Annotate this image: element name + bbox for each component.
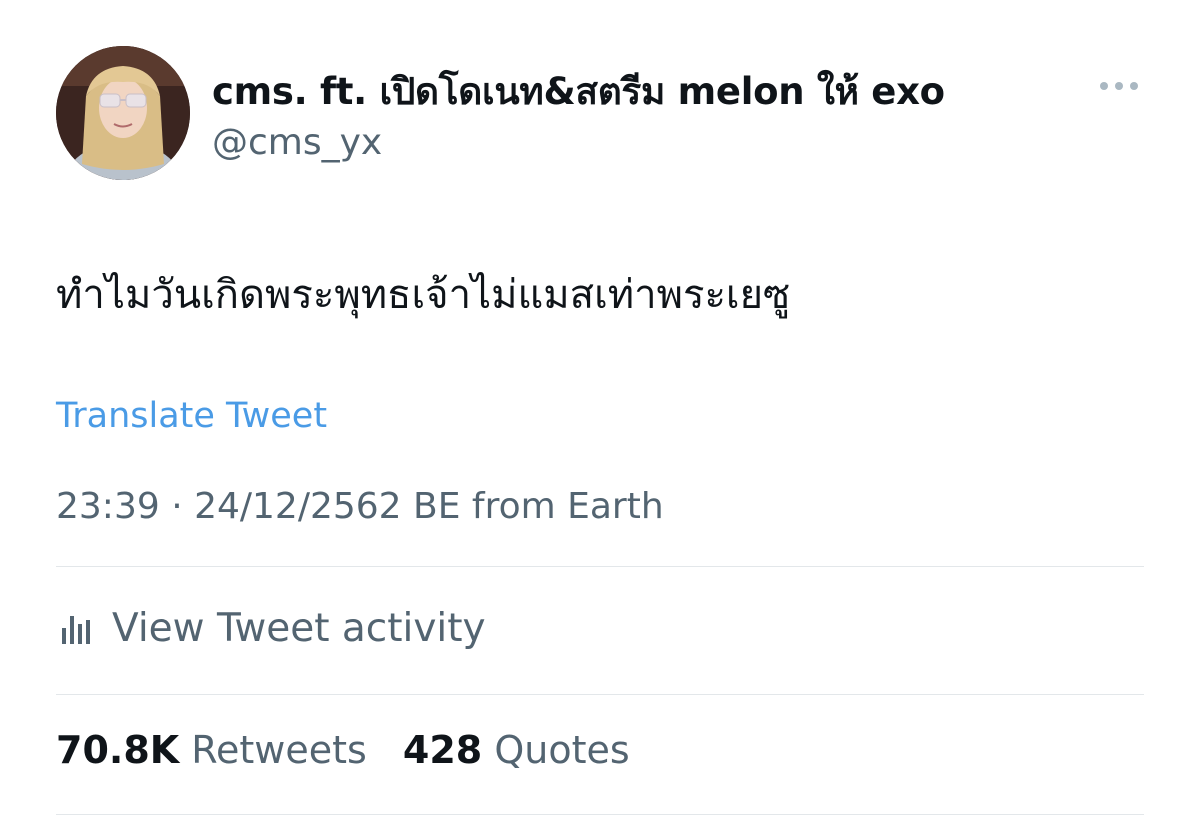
author-handle[interactable]: @cms_yx [212,122,382,163]
tweet-text: ทำไมวันเกิดพระพุทธเจ้าไม่แมสเท่าพระเยซู [56,272,791,318]
view-tweet-activity-button[interactable]: View Tweet activity [56,598,486,658]
bar-chart-icon [56,610,96,646]
more-options-button[interactable] [1096,70,1142,102]
retweets-stat[interactable]: 70.8K Retweets [56,728,367,772]
translate-tweet-link[interactable]: Translate Tweet [56,396,327,436]
tweet-stats: 70.8K Retweets 428 Quotes [56,728,630,772]
quotes-stat[interactable]: 428 Quotes [403,728,630,772]
divider [56,814,1144,815]
quotes-count: 428 [402,728,483,772]
tweet-timestamp-source: 23:39 · 24/12/2562 BE from Earth [56,486,664,527]
tweet-detail: cms. ft. เปิดโดเนท&สตรีม melon ให้ exo @… [0,0,1200,839]
quotes-label: Quotes [494,728,630,772]
view-tweet-activity-label: View Tweet activity [112,605,486,651]
retweets-label: Retweets [191,728,367,772]
divider [56,694,1144,695]
retweets-count: 70.8K [56,728,180,772]
avatar[interactable] [56,46,190,180]
profile-photo [56,46,190,180]
author-display-name[interactable]: cms. ft. เปิดโดเนท&สตรีม melon ให้ exo [212,62,945,121]
ellipsis-icon [1100,82,1138,90]
divider [56,566,1144,567]
